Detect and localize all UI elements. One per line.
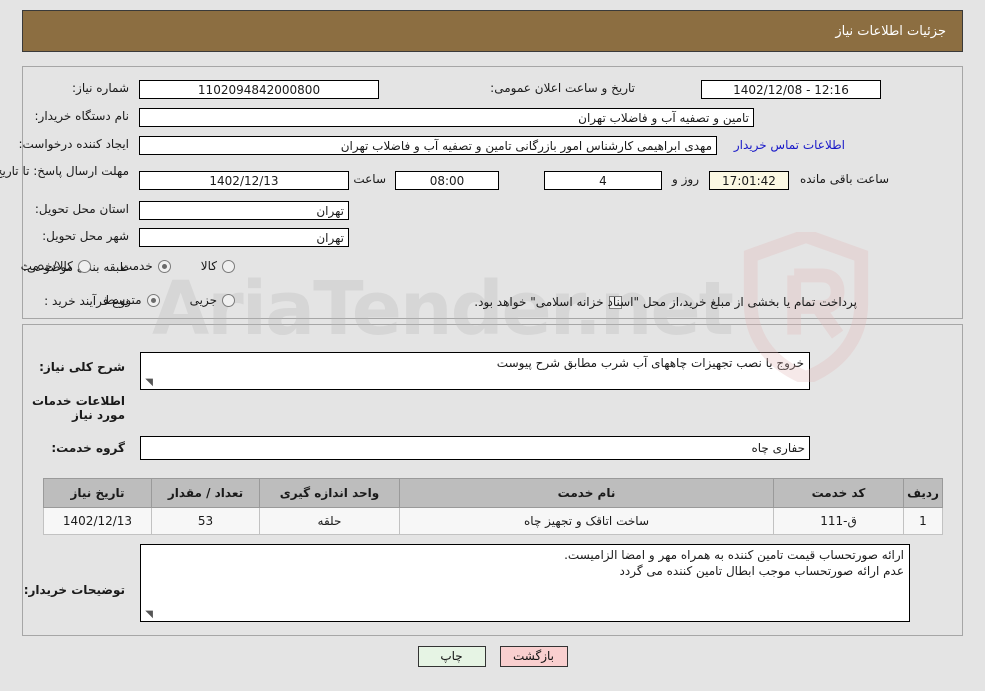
col-quantity: تعداد / مقدار (151, 478, 260, 508)
col-unit: واحد اندازه گیری (259, 478, 400, 508)
radio-category-khedmat[interactable]: خدمت (121, 259, 171, 273)
service-group-label: گروه خدمت: (51, 441, 125, 455)
province-label: استان محل تحویل: (34, 202, 129, 216)
radio-icon-jozii[interactable] (222, 293, 235, 307)
remaining-days-value: 4 (544, 171, 662, 190)
remaining-time-label: ساعت باقی مانده (799, 172, 889, 186)
summary-panel (22, 66, 963, 319)
treasury-bond-note: پرداخت تمام یا بخشی از مبلغ خرید،از محل … (474, 295, 857, 309)
province-value: تهران (139, 201, 349, 220)
radio-label-khedmat: خدمت (120, 259, 153, 273)
buyer-notes-textarea[interactable]: ارائه صورتحساب قیمت تامین کننده به همراه… (140, 544, 910, 622)
table-header-row: ردیف کد خدمت نام خدمت واحد اندازه گیری ت… (43, 478, 943, 508)
cell-row-no: 1 (903, 507, 943, 535)
radio-label-kala-khedmat: کالا/خدمت (20, 259, 73, 273)
radio-process-motavaset[interactable]: متوسط (104, 293, 160, 307)
col-service-name: نام خدمت (399, 478, 774, 508)
need-number-label: شماره نیاز: (72, 81, 129, 95)
page-title-bar: جزئیات اطلاعات نیاز (22, 10, 963, 52)
radio-category-kala-khedmat[interactable]: کالا/خدمت (21, 259, 91, 273)
col-row-no: ردیف (903, 478, 943, 508)
remaining-days-label: روز و (672, 172, 699, 186)
radio-process-jozii[interactable]: جزیی (190, 293, 235, 307)
radio-label-motavaset: متوسط (103, 293, 142, 307)
buyer-org-value: تامین و تصفیه آب و فاضلاب تهران (139, 108, 754, 127)
cell-need-date: 1402/12/13 (43, 507, 152, 535)
need-number-value: 1102094842000800 (139, 80, 379, 99)
services-section-heading: اطلاعات خدمات مورد نیاز (31, 394, 125, 422)
resize-grip-icon[interactable]: ◥ (143, 378, 153, 388)
need-description-value: خروج یا نصب تجهیزات چاههای آب شرب مطابق … (496, 356, 804, 370)
radio-category-kala[interactable]: کالا (201, 259, 235, 273)
radio-icon-motavaset[interactable] (146, 293, 160, 307)
cell-service-name: ساخت اتاقک و تجهیز چاه (399, 507, 774, 535)
need-description-label: شرح کلی نیاز: (39, 360, 125, 374)
services-table: ردیف کد خدمت نام خدمت واحد اندازه گیری ت… (43, 478, 943, 535)
announce-datetime-label: تاریخ و ساعت اعلان عمومی: (490, 81, 635, 95)
deadline-time-label: ساعت (353, 172, 386, 186)
col-need-date: تاریخ نیاز (43, 478, 152, 508)
radio-icon-khedmat[interactable] (157, 259, 171, 273)
col-service-code: کد خدمت (773, 478, 904, 508)
print-button[interactable]: چاپ (417, 646, 486, 667)
city-value: تهران (139, 228, 349, 247)
cell-quantity: 53 (151, 507, 260, 535)
service-group-value: حفاری چاه (140, 436, 810, 460)
city-label: شهر محل تحویل: (42, 229, 129, 243)
deadline-date-value: 1402/12/13 (139, 171, 349, 190)
deadline-label: مهلت ارسال پاسخ: تا تاریخ: (0, 164, 129, 178)
buyer-contact-link[interactable]: اطلاعات تماس خریدار (734, 138, 845, 152)
footer-button-bar: بازگشت چاپ (0, 646, 985, 667)
requester-value: مهدی ابراهیمی کارشناس امور بازرگانی تامی… (139, 136, 717, 155)
buyer-notes-line-1: ارائه صورتحساب قیمت تامین کننده به همراه… (564, 548, 904, 562)
radio-icon-kala[interactable] (222, 259, 235, 273)
cell-unit: حلقه (259, 507, 400, 535)
remaining-time-countdown: 17:01:42 (709, 171, 789, 190)
radio-icon-kala-khedmat[interactable] (77, 259, 91, 273)
buyer-notes-line-2: عدم ارائه صورتحساب موجب ابطال تامین کنند… (619, 564, 904, 578)
table-row: 1 ق-111 ساخت اتاقک و تجهیز چاه حلقه 53 1… (43, 507, 943, 535)
resize-grip-icon[interactable]: ◥ (143, 610, 153, 620)
back-button[interactable]: بازگشت (499, 646, 568, 667)
buyer-notes-label: توضیحات خریدار: (23, 583, 125, 597)
cell-service-code: ق-111 (773, 507, 904, 535)
radio-label-kala: کالا (200, 259, 217, 273)
buyer-org-label: نام دستگاه خریدار: (34, 109, 130, 123)
need-description-textarea[interactable]: خروج یا نصب تجهیزات چاههای آب شرب مطابق … (140, 352, 810, 390)
deadline-time-value: 08:00 (395, 171, 499, 190)
page-title: جزئیات اطلاعات نیاز (835, 23, 946, 39)
requester-label: ایجاد کننده درخواست: (18, 137, 129, 151)
announce-datetime-value: 1402/12/08 - 12:16 (701, 80, 881, 99)
radio-label-jozii: جزیی (189, 293, 217, 307)
